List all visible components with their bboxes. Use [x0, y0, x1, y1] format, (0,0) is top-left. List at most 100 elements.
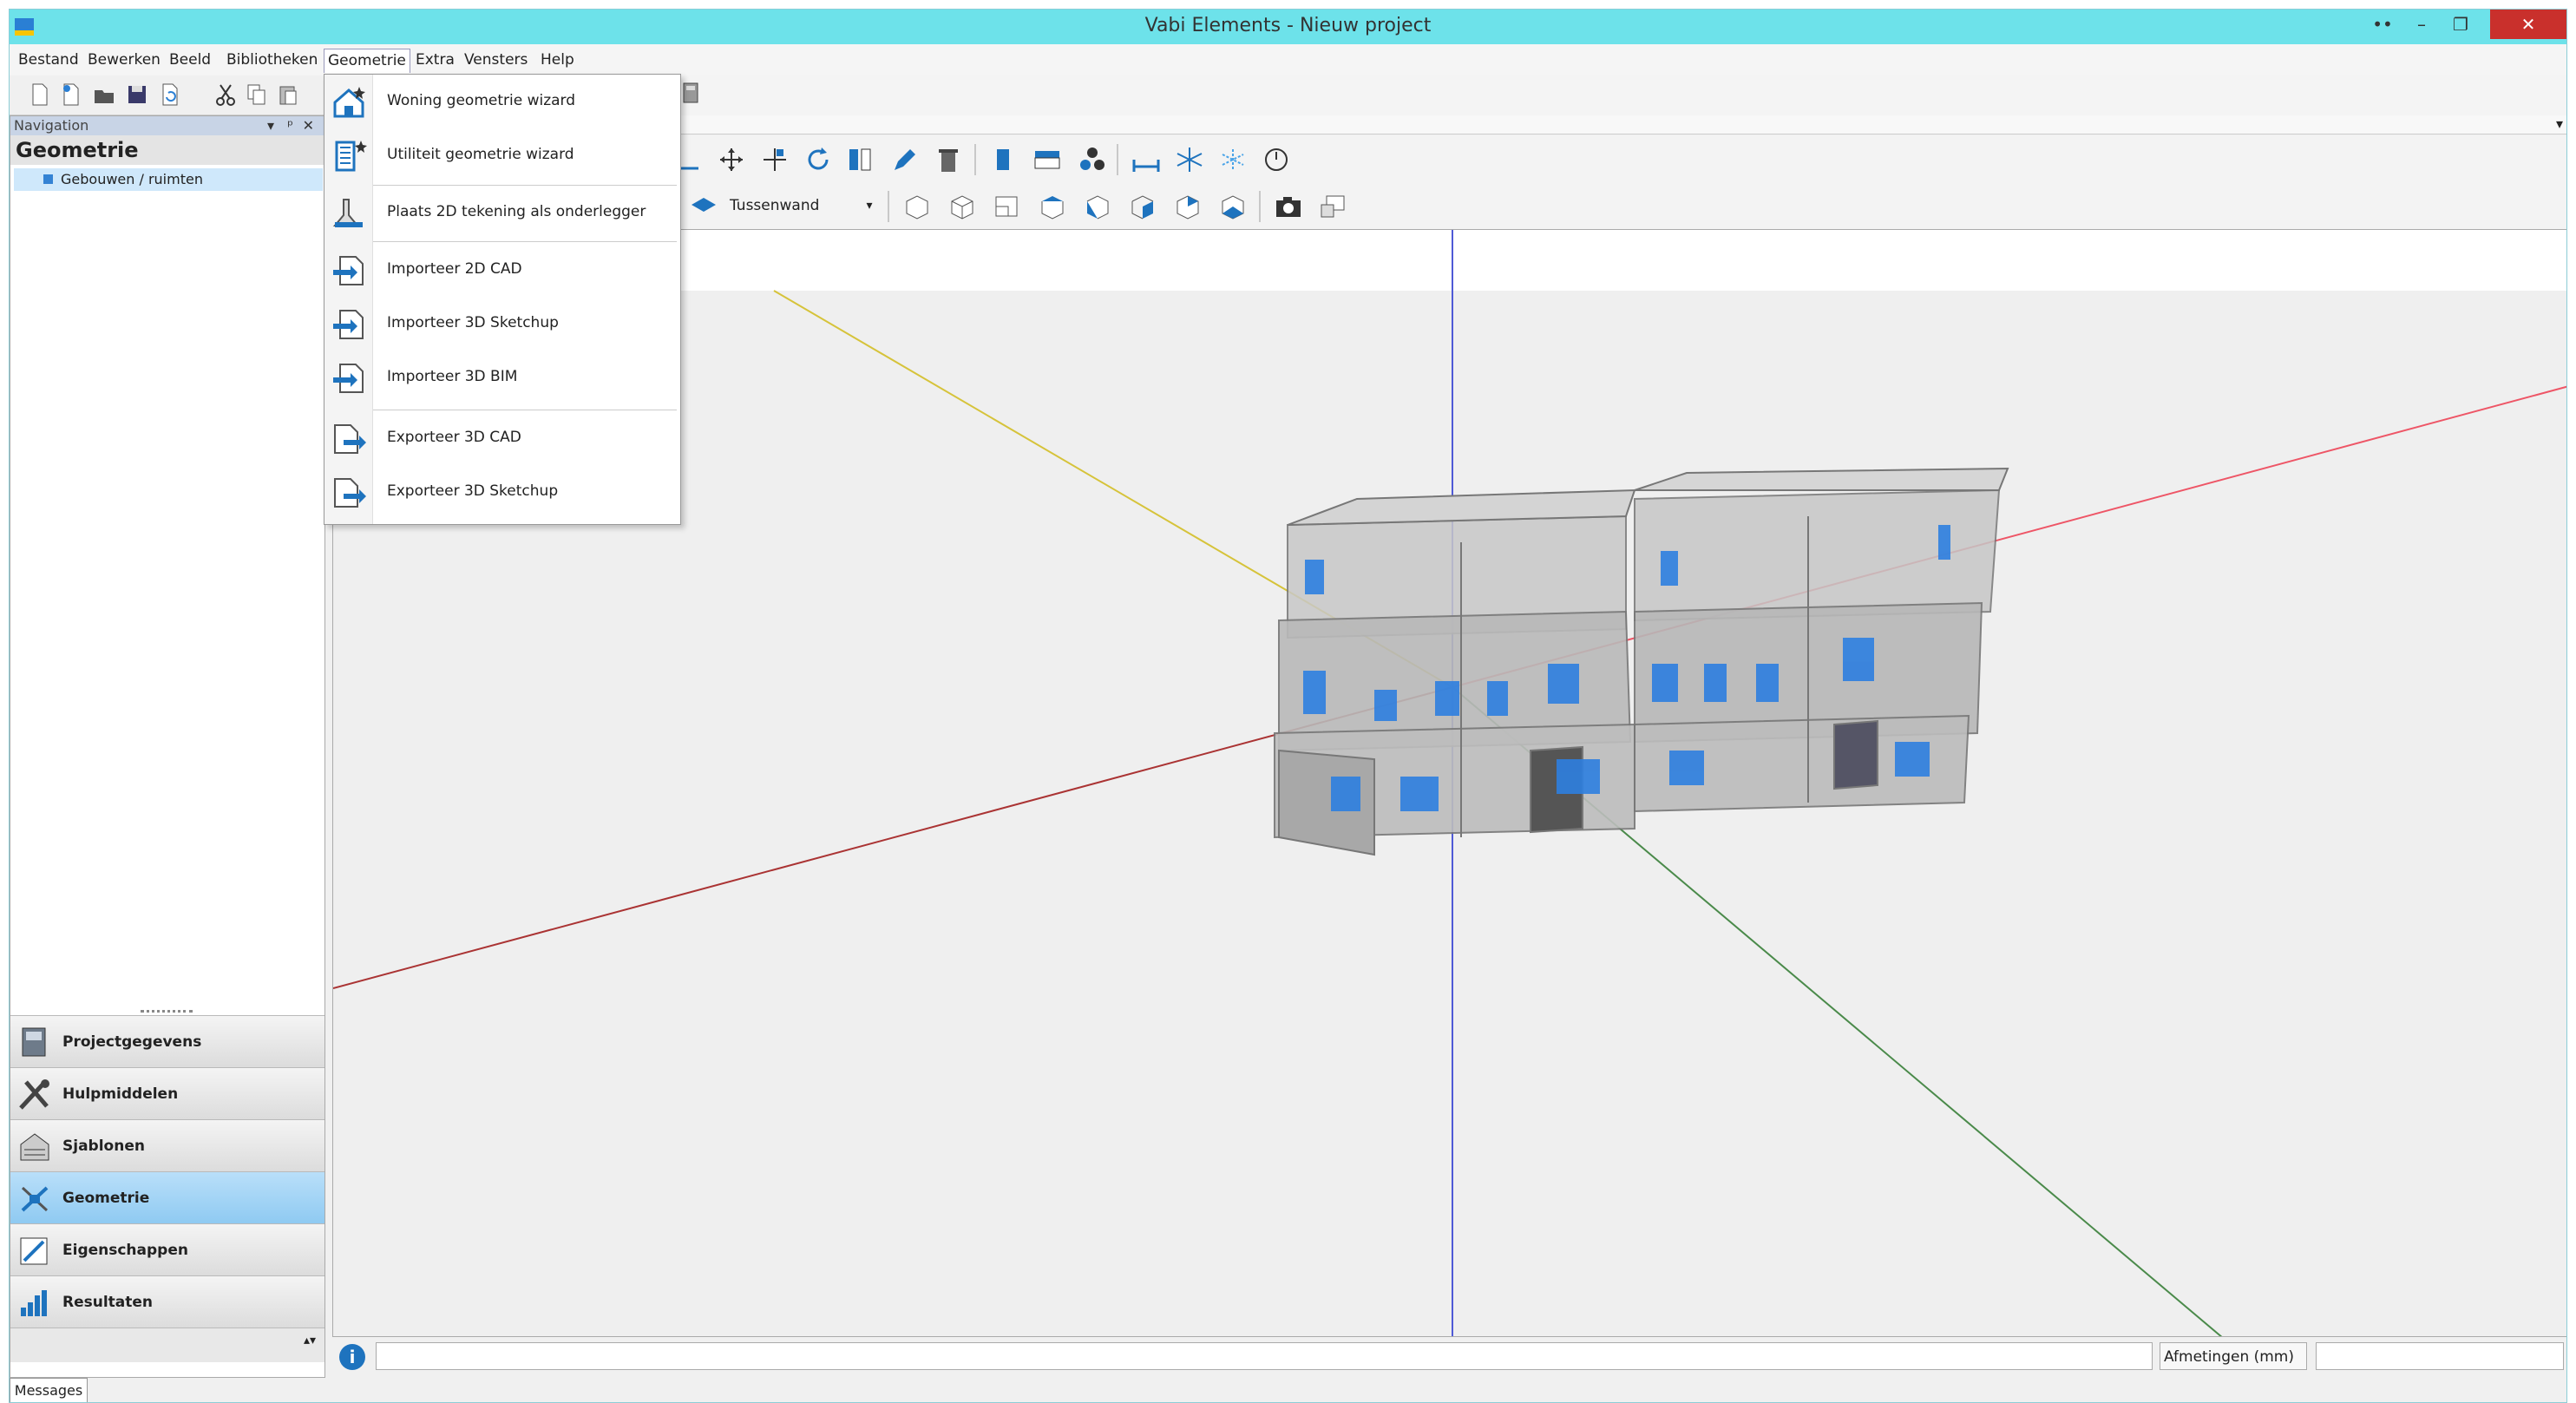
standard-toolbar	[10, 75, 332, 115]
geometrie-dropdown-menu: Woning geometrie wizard Utiliteit geomet…	[324, 74, 681, 525]
messages-tab[interactable]: Messages	[10, 1378, 88, 1402]
toolbar-separator	[888, 191, 889, 222]
nav-pin-icon[interactable]: ᵖ	[287, 116, 293, 135]
dimensions-label: Afmetingen (mm)	[2160, 1342, 2307, 1370]
menu-item-exporteer-3d-sketchup[interactable]: Exporteer 3D Sketchup	[324, 465, 680, 519]
nav-button-hulpmiddelen[interactable]: Hulpmiddelen	[10, 1067, 324, 1119]
view-iso-icon[interactable]	[901, 193, 933, 220]
clock-icon[interactable]	[1261, 146, 1292, 174]
tree-item-gebouwen[interactable]: Gebouwen / ruimten	[14, 168, 323, 191]
view-plan-icon[interactable]	[992, 193, 1023, 220]
maximize-button[interactable]: ❐	[2433, 10, 2488, 39]
templates-icon	[17, 1131, 52, 1164]
import-2d-cad-icon	[331, 253, 368, 288]
move-copy-icon[interactable]	[759, 146, 790, 174]
nav-button-projectgegevens[interactable]: Projectgegevens	[10, 1015, 324, 1067]
menu-bewerken[interactable]: Bewerken	[84, 49, 164, 73]
wall-icon[interactable]	[988, 146, 1019, 174]
view-side-icon[interactable]	[1127, 193, 1158, 220]
menu-item-importeer-3d-bim[interactable]: Importeer 3D BIM	[324, 351, 680, 404]
paste-icon[interactable]	[277, 82, 299, 107]
toolbar-separator	[974, 144, 976, 175]
nav-button-label: Eigenschappen	[62, 1242, 188, 1259]
navigation-panel: Navigation ▾ ᵖ ✕ Geometrie Gebouwen / ru…	[10, 115, 325, 1378]
building-model[interactable]	[1274, 467, 2009, 856]
status-bar: i Afmetingen (mm)	[332, 1337, 2566, 1375]
menu-help[interactable]: Help	[537, 49, 578, 73]
save-icon[interactable]	[126, 82, 148, 107]
objects-icon[interactable]	[1077, 146, 1108, 174]
status-message-field	[376, 1342, 2153, 1370]
delete-icon[interactable]	[933, 146, 964, 174]
menu-item-label: Utiliteit geometrie wizard	[387, 146, 574, 163]
menu-beeld[interactable]: Beeld	[166, 49, 214, 73]
menu-item-label: Importeer 3D Sketchup	[387, 314, 559, 331]
menu-item-importeer-2d-cad[interactable]: Importeer 2D CAD	[324, 243, 680, 297]
properties-icon	[17, 1235, 52, 1268]
app-window: Vabi Elements - Nieuw project •• – ❐ ✕ B…	[9, 9, 2567, 1403]
window-title: Vabi Elements - Nieuw project	[1144, 15, 1432, 36]
copy-icon[interactable]	[246, 82, 268, 107]
nav-dropdown-icon[interactable]: ▾	[267, 116, 274, 135]
nav-button-eigenschappen[interactable]: Eigenschappen	[10, 1223, 324, 1275]
menu-separator	[373, 241, 677, 242]
open-folder-icon[interactable]	[93, 82, 115, 107]
wall-type-select[interactable]: Tussenwand ▾	[723, 191, 879, 220]
menu-item-exporteer-3d-cad[interactable]: Exporteer 3D CAD	[324, 411, 680, 465]
menu-bestand[interactable]: Bestand	[15, 49, 82, 73]
nav-button-label: Sjablonen	[62, 1137, 145, 1155]
rotate-icon[interactable]	[803, 146, 834, 174]
menu-vensters[interactable]: Vensters	[461, 49, 531, 73]
move-icon[interactable]	[716, 146, 747, 174]
mirror-icon[interactable]	[844, 146, 875, 174]
menu-bar: Bestand Bewerken Beeld Bibliotheken Geom…	[10, 44, 2566, 75]
export-3d-cad-icon	[331, 422, 368, 456]
new-file-icon[interactable]	[29, 82, 51, 107]
info-icon[interactable]: i	[339, 1344, 365, 1370]
chevron-down-icon[interactable]: ▾	[862, 198, 877, 213]
view-front-icon[interactable]	[1082, 193, 1113, 220]
menu-item-importeer-3d-sketchup[interactable]: Importeer 3D Sketchup	[324, 297, 680, 351]
camera-icon[interactable]	[1273, 193, 1304, 220]
refresh-file-icon[interactable]	[159, 82, 181, 107]
nav-overflow-bar[interactable]: ▴▾	[10, 1328, 324, 1362]
dimension-icon[interactable]	[1131, 146, 1162, 174]
view-back-icon[interactable]	[1172, 193, 1203, 220]
cut-icon[interactable]	[214, 82, 237, 107]
utility-wizard-icon	[331, 139, 368, 174]
view-bottom-icon[interactable]	[1217, 193, 1249, 220]
geometry-icon	[17, 1183, 52, 1216]
results-icon	[17, 1287, 52, 1320]
snap-icon[interactable]	[1174, 146, 1205, 174]
nav-button-label: Projectgegevens	[62, 1033, 202, 1051]
menu-item-woning-wizard[interactable]: Woning geometrie wizard	[324, 75, 680, 128]
navigation-header-label: Navigation	[14, 117, 89, 134]
view-top-icon[interactable]	[1037, 193, 1068, 220]
project-icon	[17, 1026, 52, 1059]
import-3d-bim-icon	[331, 361, 368, 396]
floor-icon[interactable]	[1032, 146, 1063, 174]
dimensions-input[interactable]	[2316, 1342, 2564, 1370]
tree-item-label: Gebouwen / ruimten	[61, 171, 203, 187]
view-iso-2-icon[interactable]	[947, 193, 978, 220]
nav-button-geometrie[interactable]: Geometrie	[10, 1171, 324, 1223]
menu-item-plaats-2d[interactable]: Plaats 2D tekening als onderlegger	[324, 186, 680, 239]
menu-extra[interactable]: Extra	[412, 49, 458, 73]
nav-button-sjablonen[interactable]: Sjablonen	[10, 1119, 324, 1171]
menu-item-utiliteit-wizard[interactable]: Utiliteit geometrie wizard	[324, 128, 680, 182]
view-selector-dropdown-icon[interactable]: ▾	[2556, 115, 2563, 132]
new-project-icon[interactable]	[60, 82, 82, 107]
overflow-arrows-icon[interactable]: ▴▾	[304, 1334, 316, 1347]
edit-icon[interactable]	[889, 146, 921, 174]
menu-item-label: Exporteer 3D Sketchup	[387, 482, 559, 500]
nav-button-label: Resultaten	[62, 1294, 154, 1311]
layer-icon[interactable]	[688, 193, 719, 220]
snap-grid-icon[interactable]	[1217, 146, 1249, 174]
calculator-icon[interactable]	[679, 81, 702, 105]
menu-geometrie[interactable]: Geometrie	[324, 49, 410, 73]
close-button[interactable]: ✕	[2490, 10, 2566, 39]
nav-close-icon[interactable]: ✕	[303, 116, 314, 135]
nav-button-resultaten[interactable]: Resultaten	[10, 1275, 324, 1328]
export-view-icon[interactable]	[1318, 193, 1349, 220]
menu-bibliotheken[interactable]: Bibliotheken	[223, 49, 321, 73]
